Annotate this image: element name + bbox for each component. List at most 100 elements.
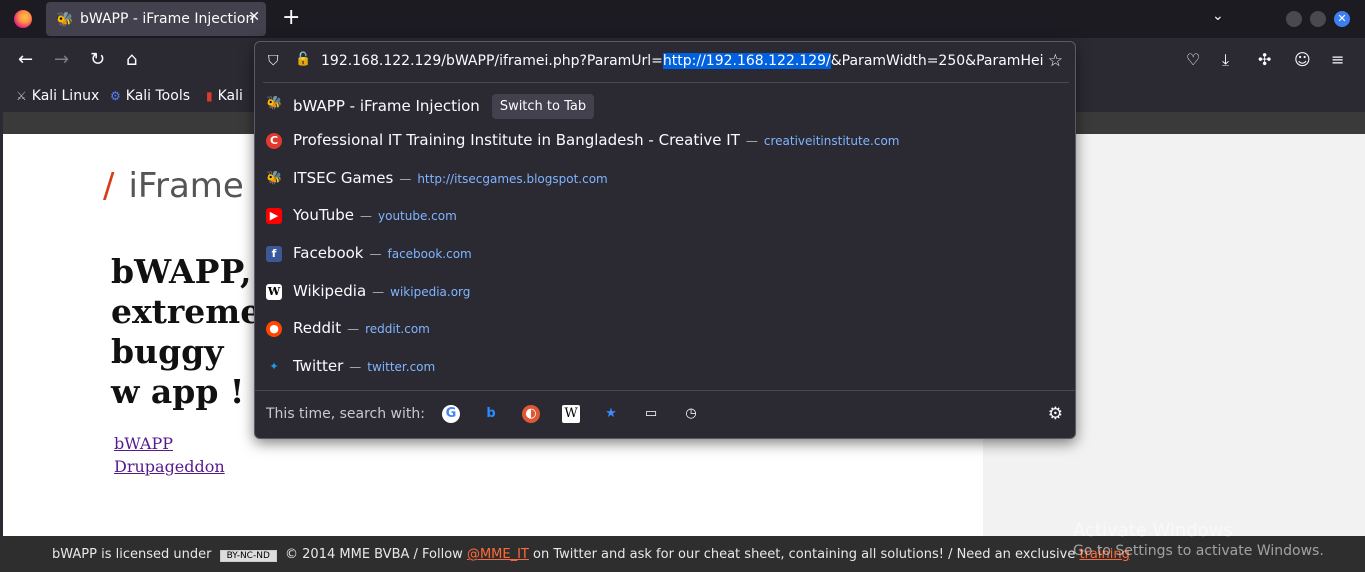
bookmark-kali-docs[interactable]: ▮ Kali xyxy=(206,88,243,104)
extensions-icon[interactable]: ✣ xyxy=(1258,50,1271,70)
url-selection: http://192.168.122.129/ xyxy=(662,53,831,69)
bing-icon[interactable]: b xyxy=(482,405,500,423)
twitter-link[interactable]: @MME_IT xyxy=(467,547,529,562)
separator: — xyxy=(369,247,382,261)
tab-active[interactable]: 🐝 bWAPP - iFrame Injection ✕ xyxy=(46,2,266,36)
title-slash: / xyxy=(103,166,115,206)
suggestion-title: Facebook — facebook.com xyxy=(293,244,472,262)
duckduckgo-icon[interactable]: ◐ xyxy=(522,405,540,423)
kali-docs-icon: ▮ xyxy=(206,89,213,103)
separator: — xyxy=(360,209,372,223)
facebook-icon: f xyxy=(266,246,282,262)
bookmark-kali-tools[interactable]: ⚙ Kali Tools xyxy=(110,88,190,104)
download-icon[interactable]: ⤓ xyxy=(1222,50,1229,70)
suggestion-url: http://itsecgames.blogspot.com xyxy=(417,172,608,186)
separator: — xyxy=(347,322,360,336)
suggestion-title-text: Twitter xyxy=(293,357,344,375)
pocket-icon[interactable]: ♡ xyxy=(1186,50,1200,70)
separator: — xyxy=(399,172,412,186)
suggestion-title-text: ITSEC Games xyxy=(293,169,394,187)
suggestion-title-text: bWAPP - iFrame Injection xyxy=(293,97,480,115)
hamburger-menu-icon[interactable]: ≡ xyxy=(1331,50,1344,70)
url-suffix: &ParamWidth=250&ParamHeight= xyxy=(830,53,1043,69)
suggestion-url: twitter.com xyxy=(367,360,436,374)
tab-title: bWAPP - iFrame Injection xyxy=(80,11,255,27)
separator: — xyxy=(745,134,758,148)
reload-button[interactable]: ↻ xyxy=(90,50,105,70)
new-tab-button[interactable]: + xyxy=(282,6,300,30)
suggestion-title-text: Facebook xyxy=(293,244,364,262)
title-text: iFrame xyxy=(128,166,244,206)
account-icon[interactable]: ☺ xyxy=(1294,50,1311,70)
suggestion-title-text: Reddit xyxy=(293,319,342,337)
urlbar-input-row[interactable]: ⛉ 🔓 192.168.122.129/bWAPP/iframei.php?Pa… xyxy=(255,42,1075,82)
suggestion-url: wikipedia.org xyxy=(390,285,471,299)
page-title: / iFrame xyxy=(103,166,244,206)
maximize-button[interactable] xyxy=(1310,11,1326,27)
minimize-button[interactable] xyxy=(1286,11,1302,27)
suggestion-url: youtube.com xyxy=(378,209,457,223)
activate-windows-watermark: Activate Windows Go to Settings to activ… xyxy=(1073,520,1324,559)
suggestion-row[interactable]: C Professional IT Training Institute in B… xyxy=(255,123,1075,159)
history-icon[interactable]: ◷ xyxy=(682,405,700,423)
google-icon[interactable]: G xyxy=(442,405,460,423)
suggestion-title-text: YouTube xyxy=(293,206,354,224)
suggestion-url: reddit.com xyxy=(365,322,430,336)
separator: — xyxy=(349,360,362,374)
insecure-lock-icon[interactable]: 🔓 xyxy=(295,52,311,67)
bookmark-label: Kali xyxy=(217,88,243,104)
footer-rest: on Twitter and ask for our cheat sheet, … xyxy=(533,547,1076,562)
chevron-down-icon[interactable]: ⌄ xyxy=(1212,8,1224,24)
bookmarks-icon[interactable]: ★ xyxy=(602,405,620,423)
reddit-icon: ● xyxy=(266,321,282,337)
bookmark-label: Kali Linux xyxy=(31,88,100,104)
home-button[interactable]: ⌂ xyxy=(126,50,137,70)
bookmark-kali-linux[interactable]: ⚔ Kali Linux xyxy=(16,88,99,104)
link-drupageddon[interactable]: Drupageddon xyxy=(114,455,225,478)
suggestion-row[interactable]: ✦ Twitter — twitter.com xyxy=(255,349,1075,385)
license-badge[interactable]: BY-NC-ND xyxy=(219,550,277,562)
suggestion-row[interactable]: W Wikipedia — wikipedia.org xyxy=(255,274,1075,310)
tabs-icon[interactable]: ▭ xyxy=(642,405,660,423)
shield-icon[interactable]: ⛉ xyxy=(268,53,279,69)
wikipedia-icon[interactable]: W xyxy=(562,405,580,423)
divider xyxy=(263,82,1069,83)
suggestion-row[interactable]: 🐝 bWAPP - iFrame Injection Switch to Tab xyxy=(255,86,1075,122)
window-close-button[interactable]: ✕ xyxy=(1334,11,1350,27)
bookmark-label: Kali Tools xyxy=(125,88,190,104)
suggestion-url: facebook.com xyxy=(387,247,472,261)
suggestion-row[interactable]: ▶ YouTube — youtube.com xyxy=(255,198,1075,234)
url-input[interactable]: 192.168.122.129/bWAPP/iframei.php?ParamU… xyxy=(321,53,1043,69)
tab-strip: 🐝 bWAPP - iFrame Injection ✕ + ⌄ ✕ xyxy=(0,0,1365,38)
close-icon[interactable]: ✕ xyxy=(248,9,260,25)
suggestion-title-text: Professional IT Training Institute in Ba… xyxy=(293,131,740,149)
one-off-search-bar: This time, search with: G b ◐ W ★ ▭ ◷ ⚙ xyxy=(255,390,1075,439)
firefox-menu-icon[interactable] xyxy=(14,10,32,28)
suggestion-title: Wikipedia — wikipedia.org xyxy=(293,282,470,300)
suggestion-title: bWAPP - iFrame Injection Switch to Tab xyxy=(293,94,595,119)
forward-button[interactable]: → xyxy=(54,50,69,70)
switch-to-tab-button[interactable]: Switch to Tab xyxy=(491,94,595,119)
suggestion-title: Twitter — twitter.com xyxy=(293,357,435,375)
kali-tools-icon: ⚙ xyxy=(110,89,121,103)
twitter-icon: ✦ xyxy=(269,360,279,373)
back-button[interactable]: ← xyxy=(18,50,33,70)
suggestion-row[interactable]: 🐝 ITSEC Games — http://itsecgames.blogspot.… xyxy=(255,161,1075,197)
link-bwapp[interactable]: bWAPP xyxy=(114,432,225,455)
gear-icon[interactable]: ⚙ xyxy=(1048,404,1063,424)
watermark-title: Activate Windows xyxy=(1073,520,1233,541)
url-prefix: 192.168.122.129/bWAPP/iframei.php?ParamU… xyxy=(321,53,663,69)
page-subheading: bWAPP, extreme buggy w app ! xyxy=(111,252,262,411)
bookmark-star-icon[interactable]: ☆ xyxy=(1048,51,1063,71)
suggestion-row[interactable]: f Facebook — facebook.com xyxy=(255,236,1075,272)
suggestion-title: YouTube — youtube.com xyxy=(293,206,457,224)
youtube-icon: ▶ xyxy=(266,208,282,224)
suggestion-url: creativeitinstitute.com xyxy=(763,134,900,148)
suggestion-title: Reddit — reddit.com xyxy=(293,319,430,337)
suggestion-title-text: Wikipedia xyxy=(293,282,367,300)
bee-icon: 🐝 xyxy=(56,12,74,28)
watermark-subtitle: Go to Settings to activate Windows. xyxy=(1073,543,1324,559)
footer-prefix: bWAPP is licensed under xyxy=(52,547,212,562)
creativeit-icon: C xyxy=(266,133,282,149)
suggestion-row[interactable]: ● Reddit — reddit.com xyxy=(255,311,1075,347)
